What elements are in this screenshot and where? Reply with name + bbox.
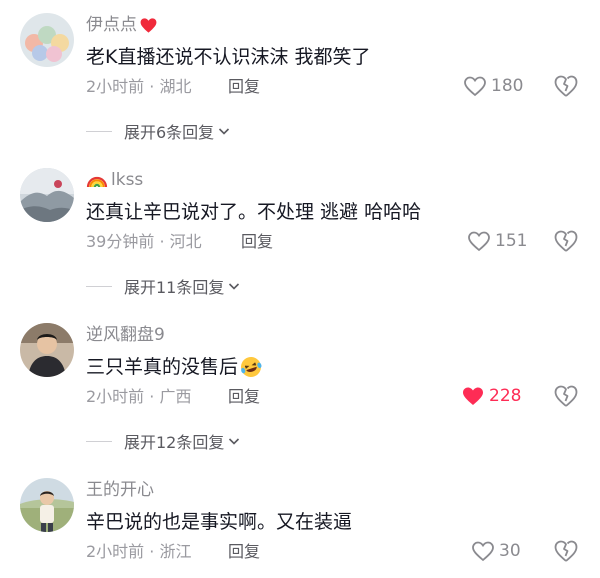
reply-button[interactable]: 回复 xyxy=(228,541,260,563)
comment-meta: 2小时前 · 广西 xyxy=(86,387,192,406)
like-button[interactable]: 151 xyxy=(467,226,527,256)
username[interactable]: 王的开心 xyxy=(86,478,154,502)
heart-outline-icon xyxy=(472,541,494,562)
comment-meta: 2小时前 · 浙江 xyxy=(86,542,192,561)
avatar[interactable] xyxy=(20,323,74,377)
expand-replies-button[interactable]: 展开11条回复 xyxy=(86,274,241,298)
comment-text-content: 老K直播还说不认识沫沫 我都笑了 xyxy=(86,46,371,68)
broken-heart-icon[interactable] xyxy=(553,538,579,564)
avatar-image xyxy=(20,478,74,532)
laughing-tears-icon xyxy=(241,357,262,377)
avatar[interactable] xyxy=(20,168,74,222)
username-text: 逆风翻盘9 xyxy=(86,325,165,345)
avatar[interactable] xyxy=(20,13,74,67)
expand-replies-label: 展开12条回复 xyxy=(124,433,225,452)
comment-text: 辛巴说的也是事实啊。又在装逼 xyxy=(86,508,352,536)
comment-text: 三只羊真的没售后 xyxy=(86,353,263,381)
expand-replies-label: 展开6条回复 xyxy=(124,123,215,142)
like-count: 30 xyxy=(499,541,521,561)
chevron-down-icon xyxy=(229,283,240,290)
avatar-image xyxy=(20,323,74,377)
username-text: lkss xyxy=(111,170,144,190)
like-count: 180 xyxy=(491,76,524,96)
comment-text-content: 辛巴说的也是事实啊。又在装逼 xyxy=(86,511,353,533)
avatar-image xyxy=(20,13,74,67)
reply-button[interactable]: 回复 xyxy=(228,386,260,408)
like-button[interactable]: 30 xyxy=(471,536,521,566)
rainbow-icon xyxy=(86,176,108,188)
reply-button[interactable]: 回复 xyxy=(241,231,273,253)
like-count: 151 xyxy=(495,231,528,251)
reply-button[interactable]: 回复 xyxy=(228,76,260,98)
broken-heart-icon[interactable] xyxy=(553,383,579,409)
like-button[interactable]: 180 xyxy=(463,71,523,101)
heart-outline-icon xyxy=(468,231,490,252)
like-button[interactable]: 228 xyxy=(461,381,521,411)
comment-meta: 2小时前 · 湖北 xyxy=(86,77,192,96)
divider-line xyxy=(86,285,112,287)
divider-line xyxy=(86,130,112,132)
chevron-down-icon xyxy=(229,438,240,445)
heart-filled-icon xyxy=(463,387,483,405)
heart-outline-icon xyxy=(464,76,486,97)
expand-replies-label: 展开11条回复 xyxy=(124,278,225,297)
username[interactable]: 逆风翻盘9 xyxy=(86,323,165,347)
comment-text: 老K直播还说不认识沫沫 我都笑了 xyxy=(86,43,371,71)
comment-text-content: 三只羊真的没售后 xyxy=(86,356,239,378)
expand-replies-button[interactable]: 展开12条回复 xyxy=(86,429,241,453)
comment-text: 还真让辛巴说对了。不处理 逃避 哈哈哈 xyxy=(86,198,421,226)
comment-text-content: 还真让辛巴说对了。不处理 逃避 哈哈哈 xyxy=(86,201,422,223)
avatar-image xyxy=(20,168,74,222)
username-text: 伊点点 xyxy=(86,15,137,35)
broken-heart-icon[interactable] xyxy=(553,73,579,99)
broken-heart-icon[interactable] xyxy=(553,228,579,254)
red-heart-icon xyxy=(140,17,157,33)
username-text: 王的开心 xyxy=(86,480,154,500)
like-count: 228 xyxy=(489,386,522,406)
username[interactable]: lkss xyxy=(86,168,143,192)
avatar[interactable] xyxy=(20,478,74,532)
username[interactable]: 伊点点 xyxy=(86,13,158,37)
comment-meta: 39分钟前 · 河北 xyxy=(86,232,202,251)
expand-replies-button[interactable]: 展开6条回复 xyxy=(86,119,231,143)
divider-line xyxy=(86,440,112,442)
chevron-down-icon xyxy=(219,128,230,135)
